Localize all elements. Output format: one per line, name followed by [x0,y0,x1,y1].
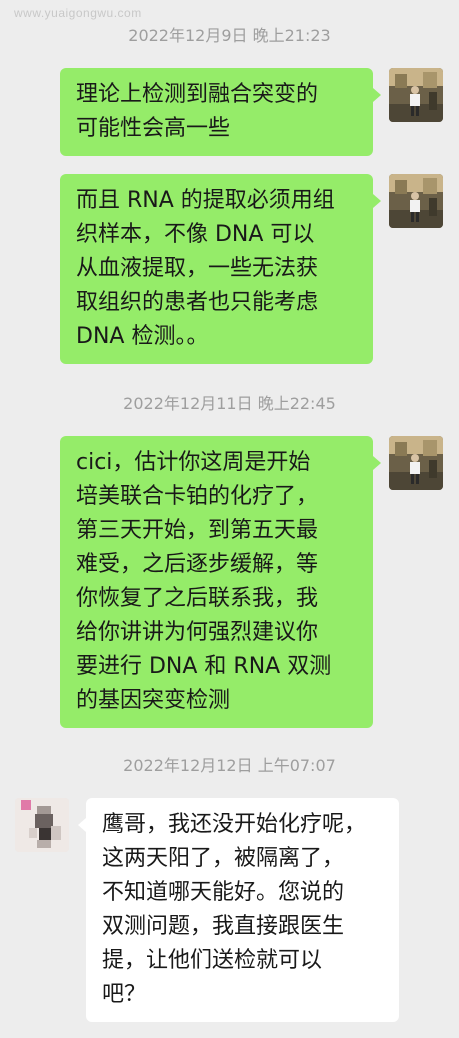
my-avatar[interactable] [389,68,443,122]
timestamp: 2022年12月9日 晚上21:23 [128,26,331,45]
message-line: 理论上检测到融合突变的 [76,82,319,107]
bubble-tail [78,818,86,832]
message-line: DNA 检测。。 [76,324,209,349]
message-line: 织样本，不像 DNA 可以 [76,222,315,247]
photo-avatar-icon [389,436,443,490]
message-line: 双测问题，我直接跟医生 [102,914,345,939]
photo-avatar-icon [389,68,443,122]
message-bubble[interactable]: 理论上检测到融合突变的 可能性会高一些 [60,68,373,156]
message-line: 取组织的患者也只能考虑 [76,290,319,315]
message-line: 给你讲讲为何强烈建议你 [76,620,319,645]
message-line: 而且 RNA 的提取必须用组 [76,188,335,213]
watermark: www.yuaigongwu.com [14,6,142,20]
message-line: 的基因突变检测 [76,688,231,713]
message-line: cici，估计你这周是开始 [76,450,311,475]
my-avatar[interactable] [389,436,443,490]
blurred-avatar-icon [15,798,69,852]
message-line: 吧？ [102,982,147,1007]
their-avatar[interactable] [15,798,69,852]
message-line: 鹰哥，我还没开始化疗呢， [102,812,367,837]
message-bubble[interactable]: cici，估计你这周是开始 培美联合卡铂的化疗了， 第三天开始，到第五天最 难受… [60,436,373,728]
bubble-tail [373,88,381,102]
my-avatar[interactable] [389,174,443,228]
message-line: 这两天阳了，被隔离了， [102,846,345,871]
timestamp: 2022年12月12日 上午07:07 [123,756,336,775]
bubble-tail [373,194,381,208]
message-bubble[interactable]: 鹰哥，我还没开始化疗呢， 这两天阳了，被隔离了， 不知道哪天能好。您说的 双测问… [86,798,399,1022]
message-line: 培美联合卡铂的化疗了， [76,484,319,509]
message-line: 可能性会高一些 [76,116,231,141]
message-line: 提，让他们送检就可以 [102,948,323,973]
message-line: 不知道哪天能好。您说的 [102,880,345,905]
message-bubble[interactable]: 而且 RNA 的提取必须用组 织样本，不像 DNA 可以 从血液提取，一些无法获… [60,174,373,364]
bubble-tail [373,456,381,470]
message-line: 你恢复了之后联系我，我 [76,586,319,611]
message-line: 难受，之后逐步缓解，等 [76,552,319,577]
photo-avatar-icon [389,174,443,228]
message-line: 从血液提取，一些无法获 [76,256,319,281]
timestamp: 2022年12月11日 晚上22:45 [123,394,336,413]
message-line: 第三天开始，到第五天最 [76,518,319,543]
message-line: 要进行 DNA 和 RNA 双测 [76,654,332,679]
